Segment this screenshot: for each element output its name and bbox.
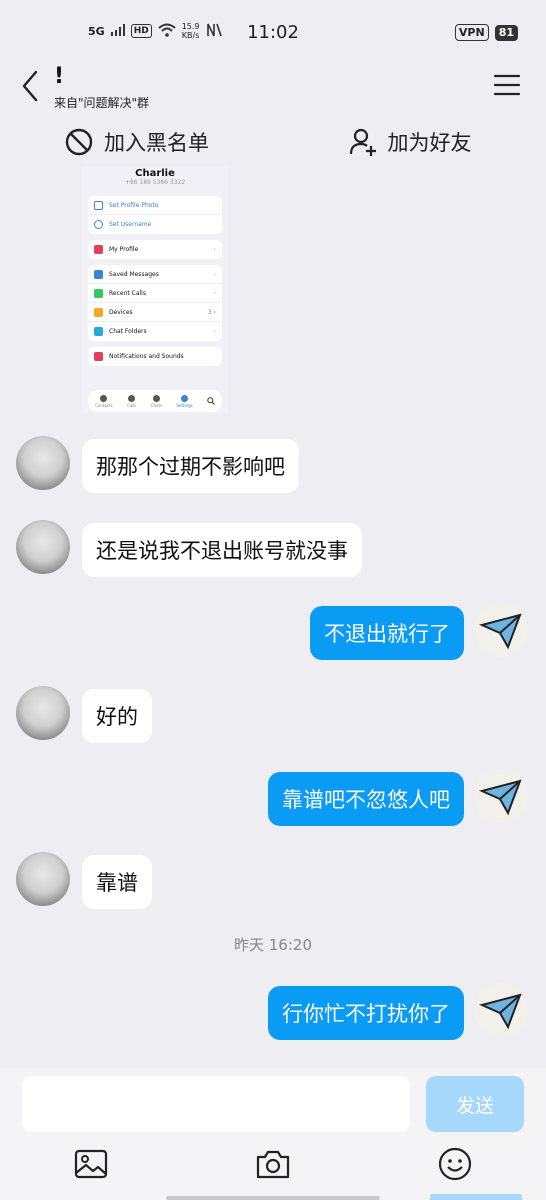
search-icon [207, 397, 215, 405]
contacts-icon [100, 394, 108, 402]
row-label: Recent Calls [109, 289, 146, 297]
settings-row: Set Username [88, 215, 222, 234]
avatar[interactable] [474, 603, 528, 657]
send-button-shadow [430, 1194, 522, 1200]
settings-row: Notifications and Sounds [88, 347, 222, 366]
message-bubble-incoming[interactable]: 还是说我不退出账号就没事 [82, 523, 362, 577]
settings-group: Notifications and Sounds [88, 347, 222, 366]
menu-icon [493, 74, 521, 96]
battery-indicator: 81 [494, 24, 518, 41]
chevron-left-icon [22, 70, 38, 102]
bell-icon [94, 352, 103, 361]
status-bar: 5G HD 15.9 KB/s 11:02 VPN 81 [0, 0, 546, 64]
tab-label: Calls [126, 402, 137, 408]
message-timestamp: 昨天 16:20 [234, 936, 312, 954]
row-label: Set Username [109, 221, 152, 228]
avatar[interactable] [16, 520, 70, 574]
paper-plane-icon [478, 993, 522, 1030]
camera-icon [256, 1150, 290, 1179]
avatar[interactable] [474, 983, 528, 1037]
avatar[interactable] [474, 769, 528, 823]
row-label: Chat Folders [109, 328, 147, 335]
tab-bar: Contacts Calls Chats Settings [88, 390, 222, 412]
row-label: Notifications and Sounds [109, 353, 184, 360]
avatar[interactable] [16, 686, 70, 740]
count-value: 3 [207, 308, 212, 316]
row-label: Set Profile Photo [109, 201, 159, 209]
block-button[interactable]: 加入黑名单 [0, 118, 273, 166]
status-right: VPN 81 [454, 24, 518, 41]
paper-plane-icon [478, 613, 522, 650]
send-button[interactable]: 发送 [426, 1076, 524, 1132]
tab-contacts: Contacts [95, 394, 113, 408]
folder-icon [94, 327, 103, 336]
message-bubble-incoming[interactable]: 靠谱 [82, 855, 152, 909]
chevron-right-icon: › [213, 328, 216, 335]
chevron-right-icon: › [213, 246, 216, 253]
message-bubble-incoming[interactable]: 那那个过期不影响吧 [82, 439, 299, 493]
avatar[interactable] [16, 436, 70, 490]
at-icon [94, 220, 103, 229]
profile-icon [94, 245, 103, 254]
back-button[interactable] [16, 68, 46, 104]
emoji-button[interactable] [437, 1146, 473, 1182]
calls-icon [128, 394, 136, 402]
tab-calls: Calls [126, 394, 137, 408]
row-label: My Profile [109, 246, 139, 253]
phone-icon [94, 288, 103, 298]
chats-icon [152, 394, 160, 402]
message-input[interactable] [22, 1076, 410, 1132]
devices-icon [94, 307, 103, 317]
block-icon [65, 128, 93, 156]
emoji-icon [438, 1147, 472, 1181]
image-icon [74, 1149, 108, 1179]
message-bubble-outgoing[interactable]: 靠谱吧不忽悠人吧 [268, 772, 464, 826]
chevron-right-icon: › [213, 270, 216, 278]
profile-name: Charlie [135, 168, 175, 179]
message-bubble-outgoing[interactable]: 行你忙不打扰你了 [268, 986, 464, 1040]
camera-button[interactable] [255, 1146, 291, 1182]
camera-icon [94, 200, 103, 210]
stranger-action-bar: 加入黑名单 加为好友 [0, 118, 546, 166]
chat-header: ! 来自"问题解决"群 [0, 64, 546, 116]
row-label: Devices [109, 308, 133, 316]
settings-row: Chat Folders › [88, 322, 222, 341]
image-button[interactable] [73, 1146, 109, 1182]
add-friend-label: 加为好友 [387, 131, 472, 155]
message-bubble-incoming[interactable]: 好的 [82, 689, 152, 743]
settings-row: Devices 3 › [88, 303, 222, 322]
tab-chats: Chats [150, 394, 163, 408]
tab-label: Chats [150, 402, 163, 408]
chat-title: ! [54, 64, 65, 89]
settings-row: My Profile › [88, 240, 222, 259]
chat-subtitle: 来自"问题解决"群 [54, 96, 150, 110]
bookmark-icon [94, 269, 103, 279]
add-friend-button[interactable]: 加为好友 [273, 118, 546, 166]
add-user-icon [349, 128, 376, 156]
vpn-badge: VPN [454, 24, 489, 41]
settings-icon [181, 394, 189, 402]
block-label: 加入黑名单 [104, 131, 209, 155]
settings-row: Saved Messages › [88, 265, 222, 284]
shared-screenshot-image[interactable]: Charlie +86 189 5366 3322 Set Profile Ph… [82, 166, 228, 414]
row-label: Saved Messages [109, 270, 159, 278]
tab-settings: Settings [176, 394, 193, 408]
devices-count: 3 › [207, 308, 216, 316]
tab-label: Contacts [95, 402, 113, 408]
composer-tools [0, 1146, 546, 1186]
settings-row: Set Profile Photo [88, 196, 222, 215]
settings-group: Saved Messages › Recent Calls › Devices 3 ›… [88, 265, 222, 341]
composer-bar: 发送 [0, 1068, 546, 1200]
message-bubble-outgoing[interactable]: 不退出就行了 [310, 606, 464, 660]
tab-label: Settings [176, 402, 193, 408]
chevron-right-icon: › [213, 289, 216, 297]
settings-row: Recent Calls › [88, 284, 222, 303]
avatar[interactable] [16, 852, 70, 906]
settings-group: Set Profile Photo Set Username [88, 196, 222, 234]
home-indicator [166, 1196, 380, 1200]
profile-phone: +86 189 5366 3322 [124, 179, 186, 186]
menu-button[interactable] [493, 74, 521, 96]
paper-plane-icon [478, 779, 522, 816]
settings-group: My Profile › [88, 240, 222, 259]
